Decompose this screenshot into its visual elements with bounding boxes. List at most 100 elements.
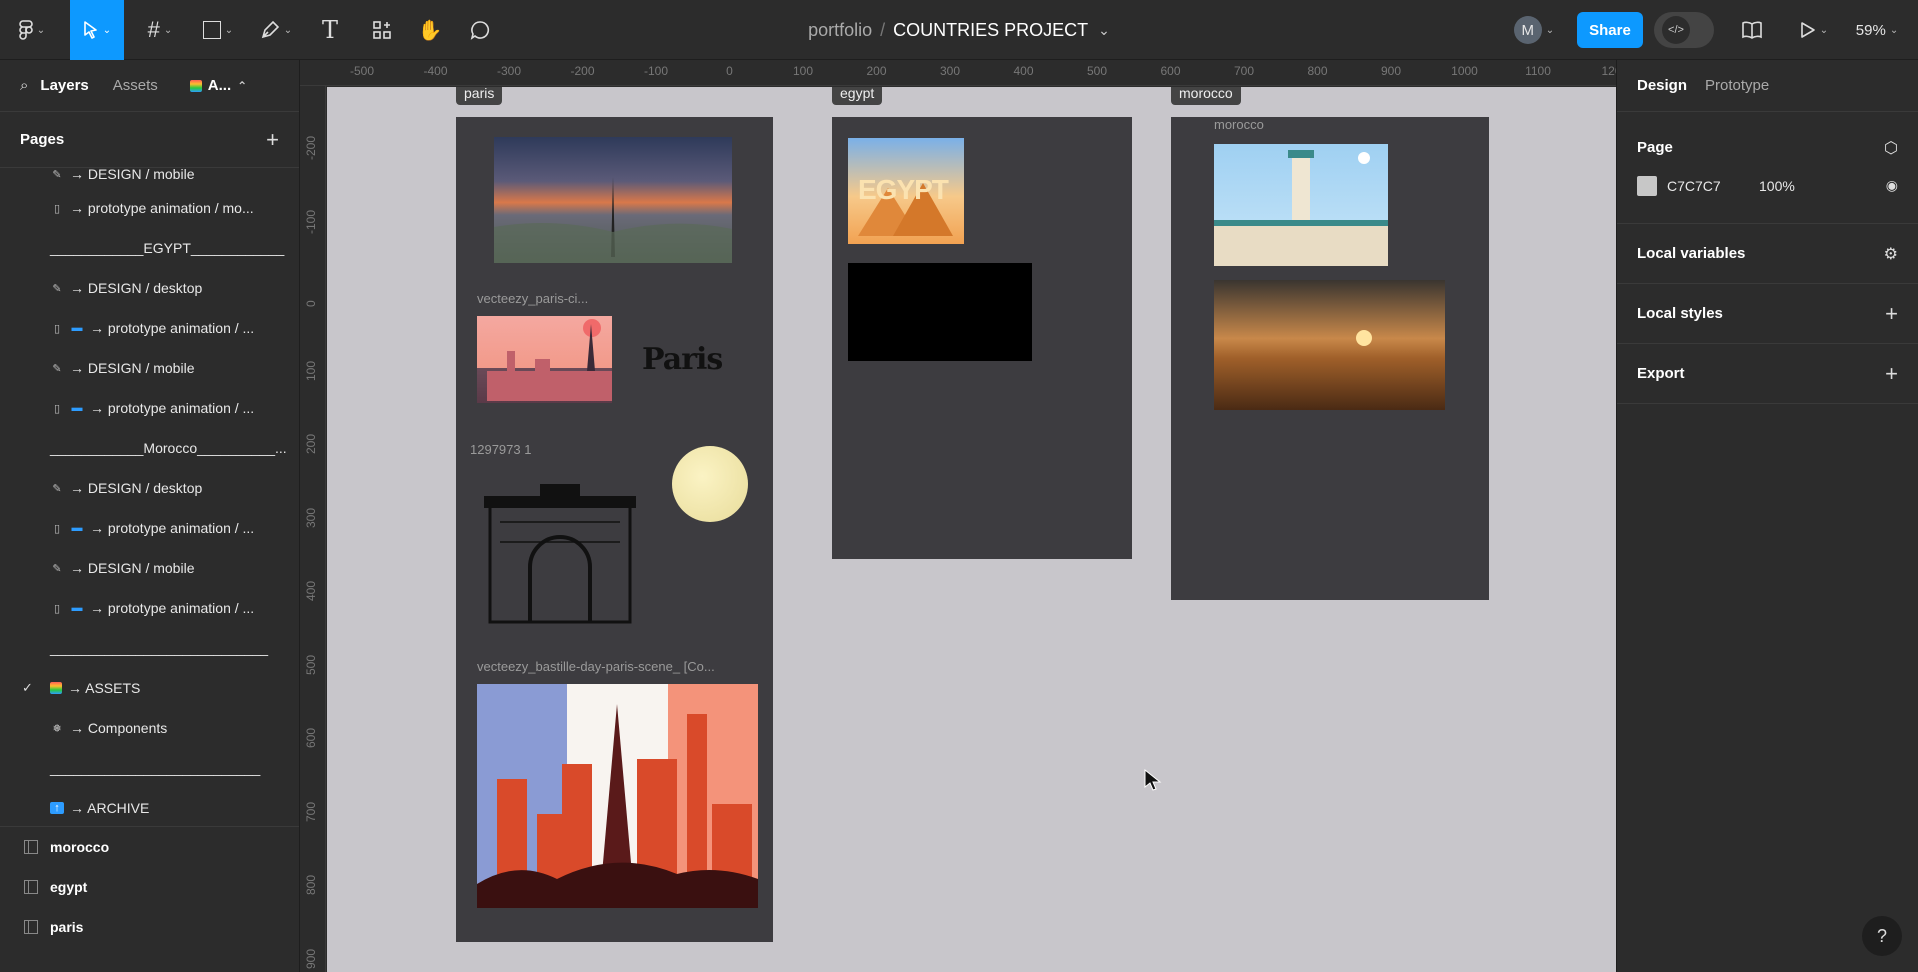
tab-layers[interactable]: Layers (40, 77, 88, 94)
chevron-down-icon[interactable]: ⌄ (1098, 22, 1110, 39)
move-tool-button[interactable]: ⌄ (70, 0, 124, 60)
ruler-tick-x: -100 (643, 64, 669, 78)
desert-photo[interactable] (1214, 280, 1445, 410)
monitor-icon: ▬ (71, 522, 83, 534)
ruler-tick-y: 500 (304, 654, 318, 675)
frame-morocco[interactable]: morocco (1171, 117, 1489, 600)
main-menu-button[interactable]: ⌄ (12, 0, 52, 60)
page-item[interactable]: ____________EGYPT____________ (0, 228, 299, 268)
rectangle-icon (202, 21, 221, 39)
present-button[interactable]: ⌄ (1794, 0, 1834, 60)
page-item[interactable]: ❅ → Components (0, 708, 299, 748)
layer-item-paris[interactable]: paris (0, 907, 299, 947)
layer-name-bastille: vecteezy_bastille-day-paris-scene_ [Co..… (477, 659, 715, 674)
page-color-value[interactable]: C7C7C7 (1667, 178, 1759, 194)
ruler-tick-y: 100 (304, 360, 318, 381)
arc-de-triomphe-sketch[interactable] (470, 482, 655, 632)
layer-item-morocco[interactable]: morocco (0, 827, 299, 867)
canvas[interactable]: paris vecteezy_paris-ci... Paris 1297973… (327, 87, 1616, 972)
ruler-tick-y: 200 (304, 433, 318, 454)
user-menu-button[interactable]: M ⌄ (1506, 0, 1562, 60)
frame-egypt[interactable]: EGYPT (832, 117, 1132, 559)
shape-tool-button[interactable]: ⌄ (196, 0, 240, 60)
help-button[interactable]: ? (1862, 916, 1902, 956)
paris-city-illustration[interactable] (477, 316, 612, 403)
share-button[interactable]: Share (1577, 12, 1643, 48)
tab-design[interactable]: Design (1637, 77, 1687, 94)
page-item[interactable]: ▯ ▬ → prototype animation / ... (0, 308, 299, 348)
monitor-icon: ▬ (71, 602, 83, 614)
frame-icon (24, 920, 38, 934)
page-item[interactable]: ▯ ▬ → prototype animation / ... (0, 588, 299, 628)
project-name[interactable]: portfolio (808, 20, 872, 41)
bastille-day-illustration[interactable] (477, 684, 758, 908)
avatar: M (1513, 16, 1542, 44)
monitor-icon: ▬ (71, 322, 83, 334)
frame-label-egypt[interactable]: egypt (832, 87, 883, 105)
page-label: ____________EGYPT____________ (50, 240, 285, 256)
ruler-horizontal[interactable]: -500 -400 -300 -200 -100 0 100 200 300 400 500 600 7… (300, 60, 1622, 86)
frame-tool-button[interactable]: # ⌄ (138, 0, 182, 60)
local-styles-section: Local styles + (1617, 284, 1918, 344)
page-settings-icon[interactable]: ⬡ (1884, 138, 1898, 158)
ruler-tick-x: -400 (423, 64, 448, 78)
phone-icon: ▯ (53, 522, 61, 535)
page-section-title: Page (1637, 139, 1673, 156)
page-color-swatch[interactable] (1637, 175, 1657, 196)
dev-mode-toggle[interactable]: </> (1654, 12, 1714, 48)
layer-item-egypt[interactable]: egypt (0, 867, 299, 907)
add-page-icon[interactable]: + (266, 127, 279, 153)
text-tool-button[interactable]: T (312, 0, 348, 60)
page-item[interactable]: ___________________________ (0, 748, 299, 788)
frame-icon: # (147, 17, 160, 42)
ruler-tick-x: 100 (792, 64, 814, 78)
page-item[interactable]: ✎ → DESIGN / mobile (0, 548, 299, 588)
eye-icon[interactable]: ◉ (1886, 177, 1898, 194)
tab-prototype[interactable]: Prototype (1705, 77, 1769, 94)
page-list: ✎ → DESIGN / mobile ▯ → prototype animatio… (0, 168, 299, 832)
page-label: → prototype animation / ... (90, 400, 255, 416)
ruler-vertical[interactable]: -200 -100 0 100 200 300 400 500 600 700 800 900 (300, 86, 326, 972)
page-item[interactable]: ▯ → prototype animation / mo... (0, 188, 299, 228)
black-rectangle[interactable] (848, 263, 1032, 361)
add-export-icon[interactable]: + (1885, 361, 1898, 387)
component-icon: ❅ (52, 722, 62, 735)
chevron-down-icon: ⌄ (224, 24, 234, 36)
egypt-pyramids-illustration[interactable]: EGYPT (848, 138, 964, 244)
mosque-illustration[interactable] (1214, 144, 1388, 266)
page-item[interactable]: ____________________________ (0, 628, 299, 668)
resources-tool-button[interactable] (364, 0, 400, 60)
frame-label-morocco[interactable]: morocco (1171, 87, 1241, 105)
page-label: → DESIGN / mobile (70, 168, 195, 182)
add-style-icon[interactable]: + (1885, 301, 1898, 327)
frame-paris[interactable]: vecteezy_paris-ci... Paris 1297973 1 vec… (456, 117, 773, 942)
page-item[interactable]: ✎ → DESIGN / mobile (0, 348, 299, 388)
ruler-tick-x: 200 (866, 64, 887, 78)
page-item[interactable]: ▯ ▬ → prototype animation / ... (0, 508, 299, 548)
search-icon[interactable]: ⌕ (20, 77, 28, 94)
moon-illustration[interactable] (672, 446, 748, 522)
current-page-selector[interactable]: A... ⌃ (189, 77, 247, 94)
page-item[interactable]: ✎ → DESIGN / desktop (0, 268, 299, 308)
pen-tool-button[interactable]: ⌄ (254, 0, 298, 60)
page-item[interactable]: ____________Morocco__________... (0, 428, 299, 468)
file-name[interactable]: COUNTRIES PROJECT (893, 20, 1088, 41)
hand-tool-button[interactable]: ✋ (412, 0, 448, 60)
library-button[interactable] (1736, 0, 1768, 60)
page-opacity-value[interactable]: 100% (1759, 178, 1886, 194)
figma-logo-icon (19, 20, 33, 40)
comment-tool-button[interactable] (462, 0, 498, 60)
book-icon (1742, 21, 1762, 39)
page-item[interactable]: ✎ → DESIGN / desktop (0, 468, 299, 508)
variables-icon[interactable]: ⚙ (1884, 244, 1898, 264)
page-item[interactable]: ↑ → ARCHIVE (0, 788, 299, 828)
page-item-assets[interactable]: ✓ → ASSETS (0, 668, 299, 708)
paris-wordmark[interactable]: Paris (642, 342, 723, 377)
sun-icon (1356, 330, 1372, 346)
frame-label-paris[interactable]: paris (456, 87, 503, 105)
tab-assets[interactable]: Assets (113, 77, 158, 94)
zoom-menu[interactable]: 59% ⌄ (1846, 0, 1908, 60)
paris-skyline-photo[interactable] (494, 137, 732, 263)
page-item[interactable]: ▯ ▬ → prototype animation / ... (0, 388, 299, 428)
ruler-tick-y: 600 (304, 727, 318, 748)
